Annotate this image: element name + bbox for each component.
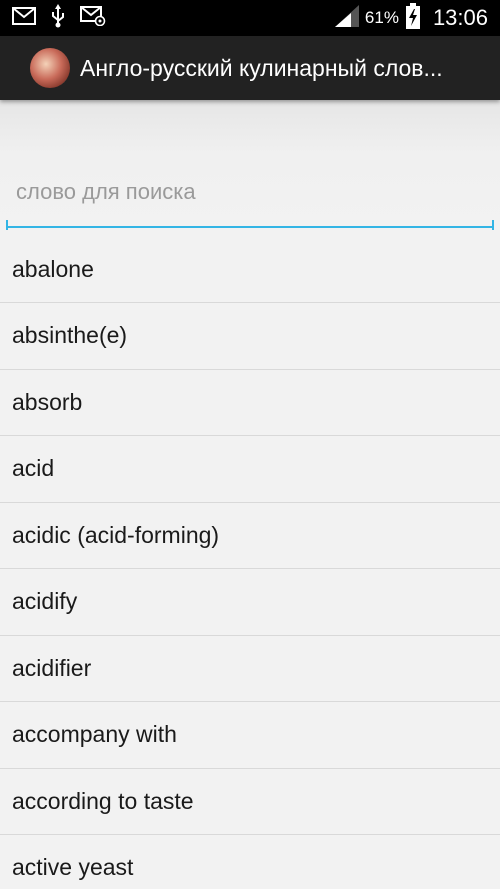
- search-underline-tick-left: [6, 220, 8, 230]
- list-item[interactable]: acidify: [0, 569, 500, 636]
- status-system: 61% 13:06: [334, 0, 488, 36]
- battery-charging-icon: [405, 2, 421, 34]
- action-bar: Англо-русский кулинарный слов...: [0, 36, 500, 100]
- status-bar: 61% 13:06: [0, 0, 500, 36]
- search-underline-tick-right: [492, 220, 494, 230]
- list-item[interactable]: absorb: [0, 369, 500, 436]
- list-item[interactable]: acidic (acid-forming): [0, 502, 500, 569]
- list-item[interactable]: abalone: [0, 236, 500, 303]
- email-icon: [80, 5, 106, 31]
- list-item[interactable]: accompany with: [0, 702, 500, 769]
- word-list: abalone absinthe(e) absorb acid acidic (…: [0, 236, 500, 889]
- list-item[interactable]: acidifier: [0, 635, 500, 702]
- list-item[interactable]: absinthe(e): [0, 303, 500, 370]
- battery-percent: 61%: [364, 8, 399, 27]
- usb-icon: [50, 3, 66, 33]
- signal-icon: [334, 4, 359, 32]
- list-item[interactable]: acid: [0, 436, 500, 503]
- screen: 61% 13:06 Англо-русский кулинарный слов.…: [0, 0, 500, 889]
- app-logo-icon[interactable]: [30, 48, 70, 88]
- mail-icon: [12, 6, 36, 30]
- list-item[interactable]: according to taste: [0, 768, 500, 835]
- list-item[interactable]: active yeast: [0, 835, 500, 889]
- status-time: 13:06: [432, 5, 488, 30]
- app-title: Англо-русский кулинарный слов...: [80, 54, 443, 81]
- search-input[interactable]: [6, 158, 494, 228]
- status-notifications: [12, 0, 106, 36]
